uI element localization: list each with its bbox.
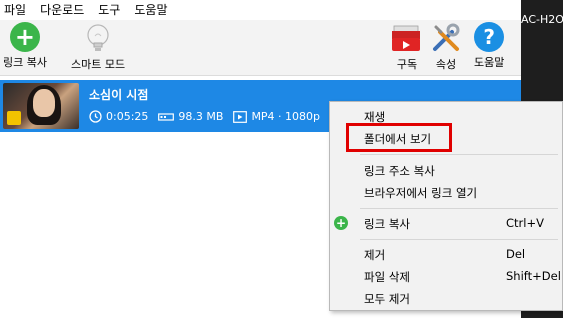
menu-item-copy-link-address[interactable]: 링크 주소 복사 <box>330 160 562 182</box>
menu-bar: 파일 다운로드 도구 도움말 <box>0 0 521 20</box>
menu-item-remove-label: 제거 <box>364 248 386 262</box>
menu-item-remove-all-label: 모두 제거 <box>364 292 410 306</box>
menu-item-delete-file[interactable]: 파일 삭제 Shift+Del <box>330 266 562 288</box>
duration-info: 0:05:25 <box>89 110 148 123</box>
menu-separator <box>360 208 558 209</box>
menu-item-remove-shortcut: Del <box>506 247 526 261</box>
video-play-icon <box>233 110 248 123</box>
highlight-box <box>346 123 452 152</box>
smart-mode-label: 스마트 모드 <box>71 58 126 71</box>
menu-separator <box>360 154 558 155</box>
storage-icon <box>158 112 175 121</box>
toolbar: + 링크 복사 스마트 모드 구독 속성 ? 도움말 <box>0 20 521 76</box>
menu-item-delete-file-shortcut: Shift+Del <box>506 269 561 283</box>
help-label: 도움말 <box>474 56 505 69</box>
menu-file[interactable]: 파일 <box>4 0 26 20</box>
menu-item-copy-link-shortcut: Ctrl+V <box>506 216 544 230</box>
background-window-text: AC-H2O <box>521 13 563 26</box>
menu-help[interactable]: 도움말 <box>134 0 167 20</box>
menu-item-remove-all[interactable]: 모두 제거 <box>330 288 562 310</box>
copy-link-button[interactable]: + 링크 복사 <box>3 22 47 70</box>
subscribe-icon <box>392 25 420 51</box>
lightbulb-icon <box>87 24 109 51</box>
smart-mode-button[interactable]: 스마트 모드 <box>71 22 125 72</box>
menu-item-delete-file-label: 파일 삭제 <box>364 270 410 284</box>
format-info: MP4 · 1080p <box>233 110 320 123</box>
settings-button[interactable]: 속성 <box>430 22 462 72</box>
menu-item-copy-link[interactable]: + 링크 복사 Ctrl+V <box>330 213 562 235</box>
subscribe-button[interactable]: 구독 <box>390 22 424 72</box>
download-meta: 0:05:25 98.3 MB MP4 · 1080p <box>89 110 330 123</box>
size-info: 98.3 MB <box>158 110 223 123</box>
menu-tools[interactable]: 도구 <box>98 0 120 20</box>
question-mark-icon: ? <box>474 22 505 52</box>
menu-item-open-in-browser[interactable]: 브라우저에서 링크 열기 <box>330 182 562 204</box>
video-thumbnail <box>3 83 79 129</box>
subscribe-label: 구독 <box>396 58 418 71</box>
format-text: MP4 · 1080p <box>251 110 321 123</box>
menu-item-copy-link-address-label: 링크 주소 복사 <box>364 164 435 178</box>
plus-icon: + <box>334 216 348 230</box>
clock-icon <box>89 110 102 123</box>
copy-link-label: 링크 복사 <box>3 56 47 69</box>
help-button[interactable]: ? 도움말 <box>474 22 504 70</box>
menu-separator <box>360 239 558 240</box>
menu-item-copy-link-label: 링크 복사 <box>364 217 410 231</box>
menu-item-open-in-browser-label: 브라우저에서 링크 열기 <box>364 186 478 200</box>
download-title: 소심이 시점 <box>89 88 149 102</box>
tools-icon <box>433 23 460 51</box>
menu-download[interactable]: 다운로드 <box>40 0 84 20</box>
menu-item-remove[interactable]: 제거 Del <box>330 244 562 266</box>
duration-text: 0:05:25 <box>106 110 149 123</box>
size-text: 98.3 MB <box>178 110 224 123</box>
settings-label: 속성 <box>435 58 457 71</box>
plus-icon: + <box>9 22 40 52</box>
